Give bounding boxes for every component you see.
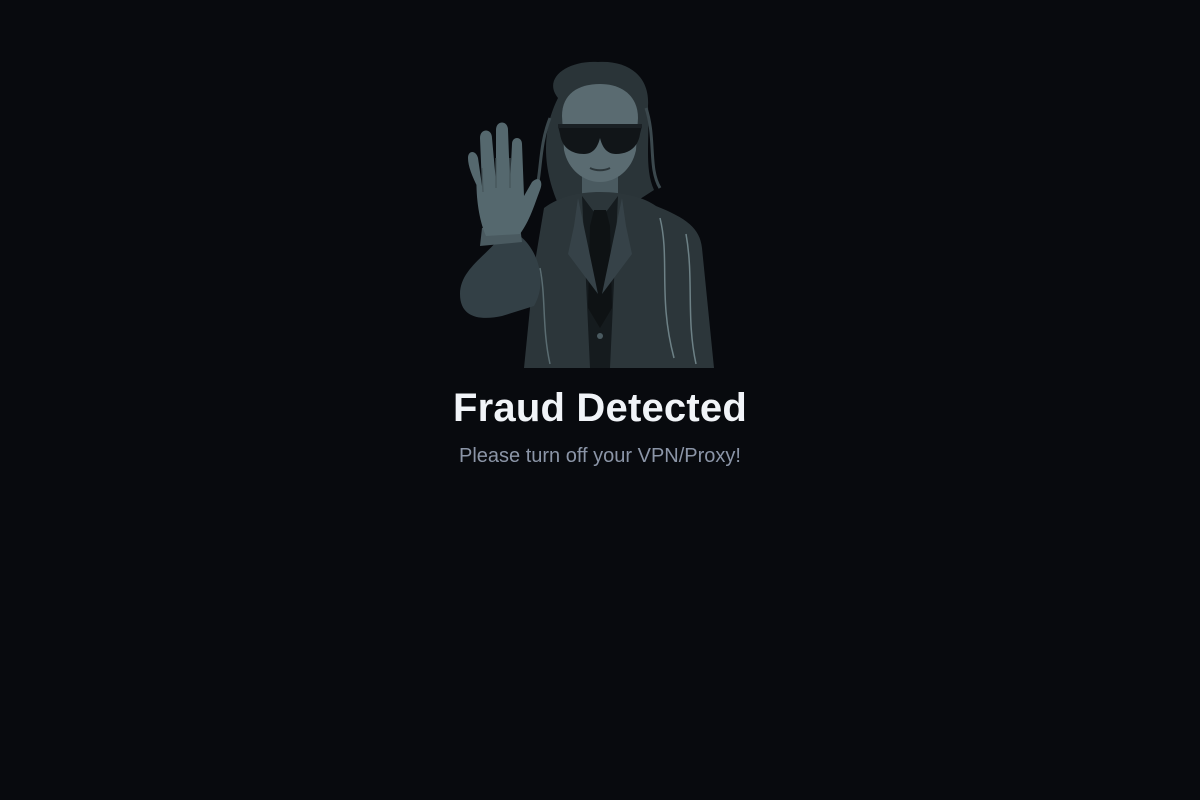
vpn-warning-message: Please turn off your VPN/Proxy! [459, 445, 741, 467]
page-title: Fraud Detected [453, 386, 747, 430]
agent-stop-hand-illustration [450, 58, 750, 368]
agent-figure-image [460, 61, 714, 368]
fraud-page: Fraud Detected Please turn off your VPN/… [0, 0, 1200, 800]
